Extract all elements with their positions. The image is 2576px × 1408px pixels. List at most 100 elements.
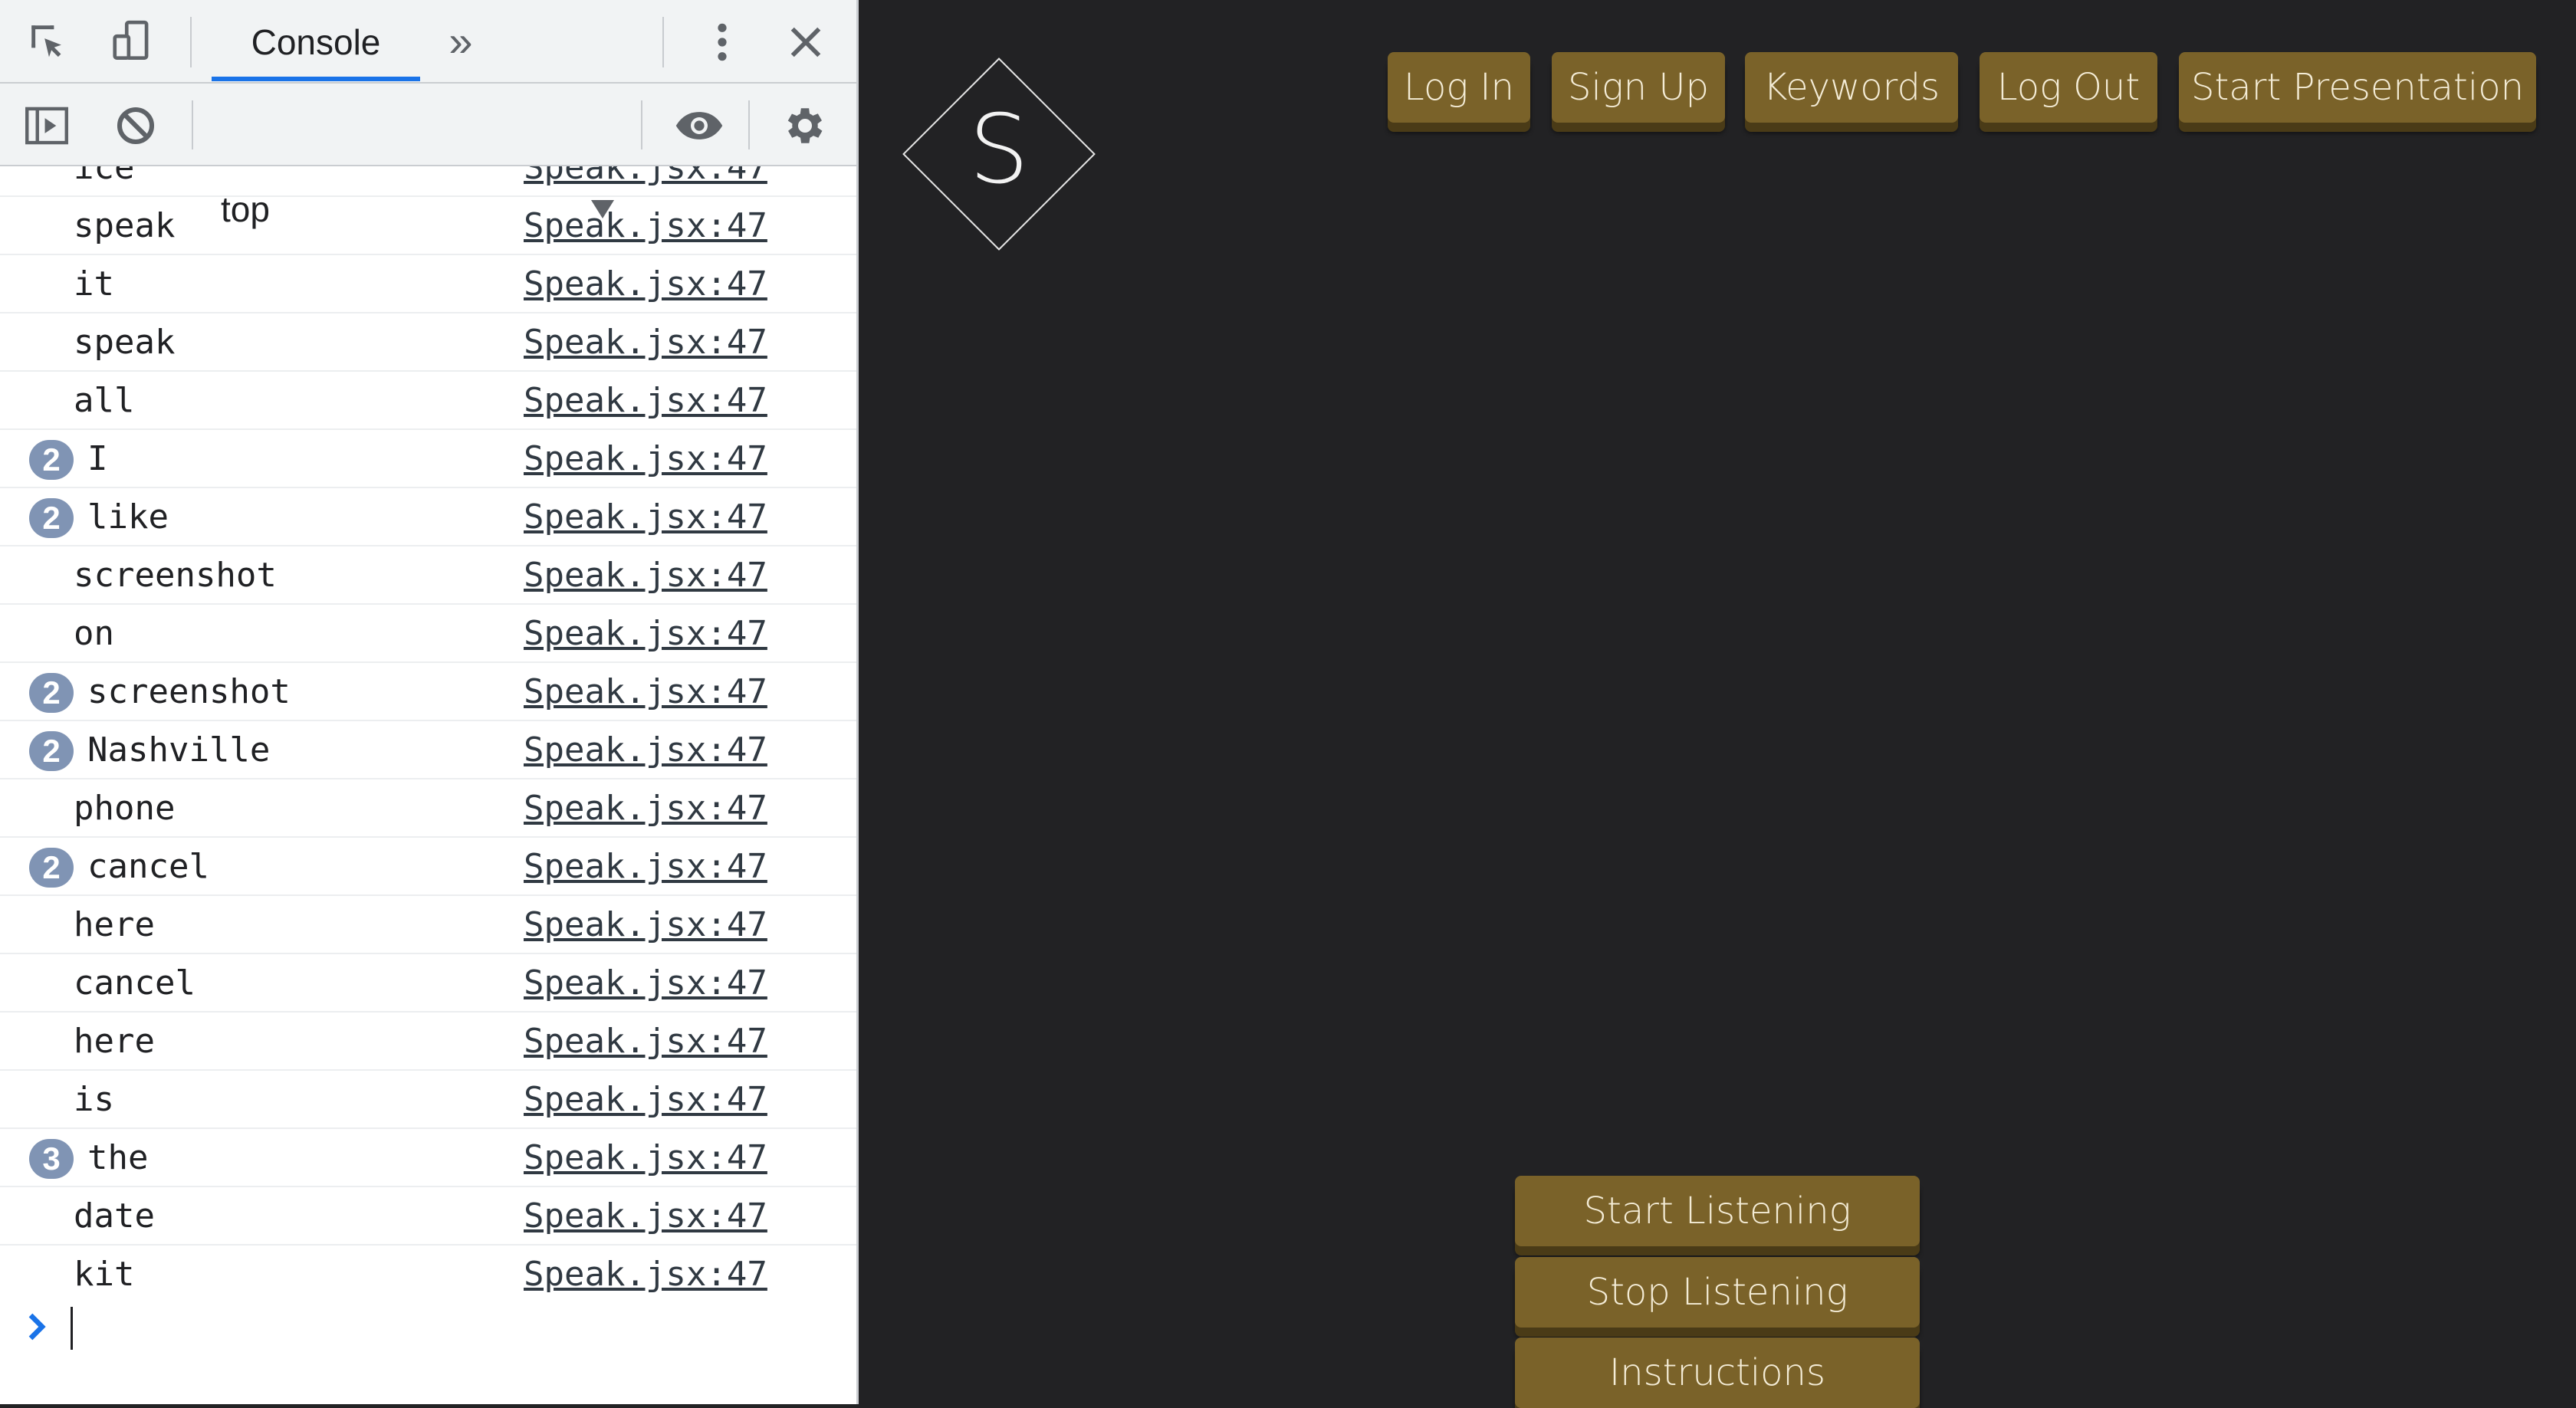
toolbar-separator [641, 100, 642, 149]
log-message: like [87, 497, 169, 537]
more-tabs-glyph: » [449, 16, 473, 65]
console-log-row: all Speak.jsx:47 [0, 372, 856, 430]
clear-console-icon[interactable] [110, 100, 161, 151]
console-log-row: speak Speak.jsx:47 [0, 313, 856, 372]
log-source-link[interactable]: Speak.jsx:47 [524, 730, 767, 770]
log-source-link[interactable]: Speak.jsx:47 [524, 847, 767, 886]
devtools-panel: Console » top ice Speak.jsx:47 speak Spe… [0, 0, 859, 1404]
console-log-row: 2 screenshot Speak.jsx:47 [0, 663, 856, 721]
log-message: ice [74, 166, 135, 187]
sign-up-button[interactable]: Sign Up [1552, 52, 1725, 123]
log-message: kit [74, 1255, 135, 1294]
console-log-row: cancel Speak.jsx:47 [0, 954, 856, 1013]
repeat-count-badge: 2 [29, 440, 74, 480]
log-source-link[interactable]: Speak.jsx:47 [524, 963, 767, 1003]
log-source-link[interactable]: Speak.jsx:47 [524, 789, 767, 828]
console-log-row: kit Speak.jsx:47 [0, 1246, 856, 1301]
log-source-link[interactable]: Speak.jsx:47 [524, 1022, 767, 1061]
log-source-link[interactable]: Speak.jsx:47 [524, 614, 767, 653]
log-message: screenshot [87, 672, 291, 711]
show-sidebar-icon[interactable] [21, 100, 72, 151]
log-message: cancel [87, 847, 209, 886]
prompt-chevron-icon [26, 1313, 49, 1341]
toolbar-separator [748, 100, 750, 149]
log-source-link[interactable]: Speak.jsx:47 [524, 497, 767, 537]
start-listening-button[interactable]: Start Listening [1515, 1176, 1920, 1246]
repeat-count-badge: 2 [29, 731, 74, 771]
log-message: here [74, 905, 155, 944]
console-log-row: here Speak.jsx:47 [0, 896, 856, 954]
toolbar-separator [662, 17, 664, 67]
log-message: date [74, 1196, 155, 1236]
log-message: I [87, 439, 108, 478]
log-source-link[interactable]: Speak.jsx:47 [524, 672, 767, 711]
more-tabs-icon[interactable]: » [437, 16, 485, 65]
console-input[interactable] [71, 1307, 827, 1350]
log-source-link[interactable]: Speak.jsx:47 [524, 1080, 767, 1119]
log-message: on [74, 614, 114, 653]
logo-letter: S [969, 94, 1030, 205]
instructions-button[interactable]: Instructions [1515, 1337, 1920, 1408]
active-tab-indicator [212, 77, 420, 81]
log-message: here [74, 1022, 155, 1061]
app-logo: S [902, 57, 1096, 251]
console-log-row: 2 I Speak.jsx:47 [0, 430, 856, 488]
console-log-row: 2 Nashville Speak.jsx:47 [0, 721, 856, 779]
log-message: all [74, 381, 135, 420]
start-presentation-button[interactable]: Start Presentation [2179, 52, 2536, 123]
log-message: speak [74, 206, 176, 245]
stop-listening-button[interactable]: Stop Listening [1515, 1257, 1920, 1328]
log-source-link[interactable]: Speak.jsx:47 [524, 905, 767, 944]
log-message: the [87, 1138, 149, 1177]
repeat-count-badge: 2 [29, 498, 74, 538]
live-expression-eye-icon[interactable] [672, 100, 727, 151]
console-log-row: is Speak.jsx:47 [0, 1071, 856, 1129]
console-filter-bar: top [0, 84, 856, 229]
console-log-row: screenshot Speak.jsx:47 [0, 546, 856, 605]
console-log-row: date Speak.jsx:47 [0, 1187, 856, 1246]
log-source-link[interactable]: Speak.jsx:47 [524, 439, 767, 478]
toolbar-separator [192, 100, 193, 149]
console-log-row: it Speak.jsx:47 [0, 255, 856, 313]
kebab-menu-icon[interactable] [698, 17, 747, 67]
tab-console-label: Console [251, 21, 381, 62]
log-out-button[interactable]: Log Out [1980, 52, 2157, 123]
log-source-link[interactable]: Speak.jsx:47 [524, 1255, 767, 1294]
log-message: cancel [74, 963, 196, 1003]
log-source-link[interactable]: Speak.jsx:47 [524, 381, 767, 420]
log-source-link[interactable]: Speak.jsx:47 [524, 323, 767, 362]
log-message: Nashville [87, 730, 271, 770]
console-log-row: 2 like Speak.jsx:47 [0, 488, 856, 546]
console-log-row: speak Speak.jsx:47 [0, 197, 856, 255]
repeat-count-badge: 2 [29, 848, 74, 888]
console-prompt [0, 1301, 856, 1354]
log-source-link[interactable]: Speak.jsx:47 [524, 1196, 767, 1236]
keywords-button[interactable]: Keywords [1745, 52, 1958, 123]
log-source-link[interactable]: Speak.jsx:47 [524, 264, 767, 304]
devtools-tab-bar: Console » [0, 0, 856, 84]
console-log-list: ice Speak.jsx:47 speak Speak.jsx:47 it Speak.… [0, 166, 856, 1301]
log-source-link[interactable]: Speak.jsx:47 [524, 1138, 767, 1177]
console-settings-gear-icon[interactable] [779, 100, 831, 151]
console-log-row: ice Speak.jsx:47 [0, 166, 856, 197]
repeat-count-badge: 3 [29, 1139, 74, 1179]
tab-console[interactable]: Console [212, 0, 420, 84]
inspect-element-icon[interactable] [23, 17, 74, 67]
log-source-link[interactable]: Speak.jsx:47 [524, 206, 767, 245]
log-message: it [74, 264, 114, 304]
log-message: speak [74, 323, 176, 362]
log-message: is [74, 1080, 114, 1119]
console-log-row: 3 the Speak.jsx:47 [0, 1129, 856, 1187]
log-message: screenshot [74, 556, 277, 595]
log-source-link[interactable]: Speak.jsx:47 [524, 556, 767, 595]
console-log-row: on Speak.jsx:47 [0, 605, 856, 663]
close-devtools-icon[interactable] [780, 17, 831, 67]
console-log-row: 2 cancel Speak.jsx:47 [0, 838, 856, 896]
log-message: phone [74, 789, 176, 828]
log-source-link[interactable]: Speak.jsx:47 [524, 166, 767, 187]
console-log-row: here Speak.jsx:47 [0, 1013, 856, 1071]
device-toolbar-icon[interactable] [106, 15, 159, 69]
toolbar-separator [190, 17, 192, 67]
console-log-row: phone Speak.jsx:47 [0, 779, 856, 838]
log-in-button[interactable]: Log In [1388, 52, 1530, 123]
